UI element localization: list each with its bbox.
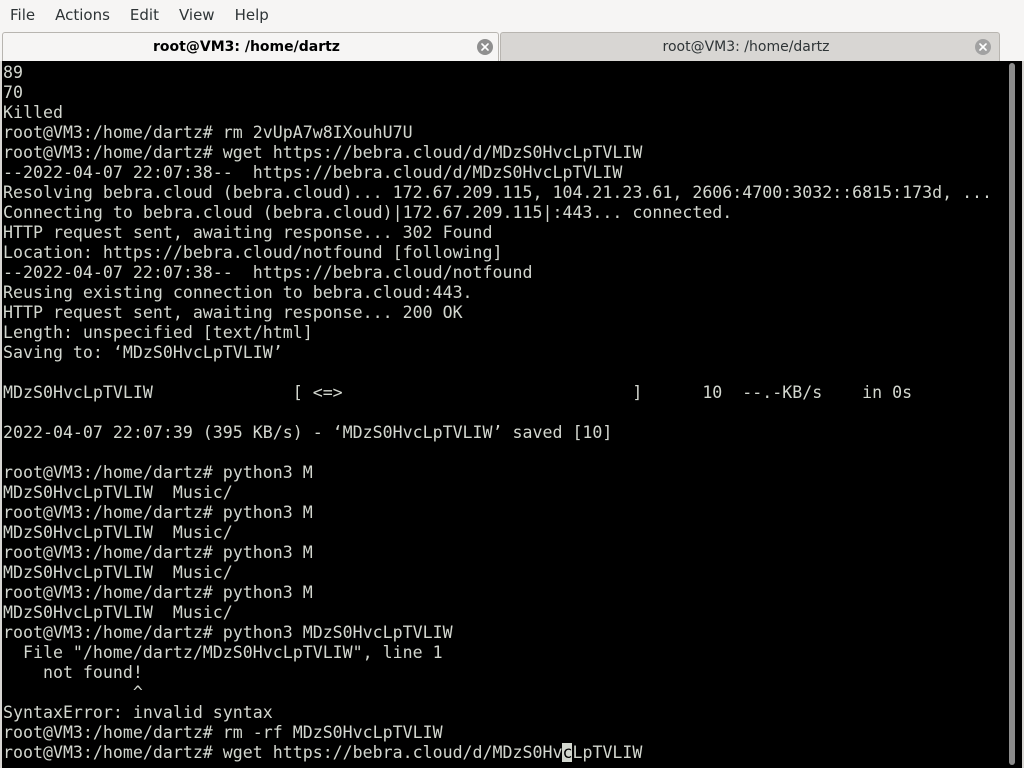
terminal-line: MDzS0HvcLpTVLIW [ <=> ] 10 --.-KB/s in 0… [3,383,913,402]
terminal-current-line: root@VM3:/home/dartz# wget https://bebra… [3,743,995,763]
terminal-line: Reusing existing connection to bebra.clo… [3,283,473,302]
terminal-line: root@VM3:/home/dartz# wget https://bebra… [3,143,643,162]
terminal-line: HTTP request sent, awaiting response... … [3,303,463,322]
menu-help[interactable]: Help [225,0,279,30]
terminal-line: root@VM3:/home/dartz# rm -rf MDzS0HvcLpT… [3,723,443,742]
terminal-line: SyntaxError: invalid syntax [3,703,273,722]
terminal-line: root@VM3:/home/dartz# python3 M [3,463,313,482]
terminal-line: Connecting to bebra.cloud (bebra.cloud)|… [3,203,733,222]
scrollbar-thumb[interactable] [1009,63,1015,765]
terminal-line: not found! [3,663,143,682]
menu-edit[interactable]: Edit [120,0,169,30]
terminal-line: root@VM3:/home/dartz# python3 M [3,543,313,562]
terminal-output: 89 70 Killed root@VM3:/home/dartz# rm 2vUpA… [3,63,995,763]
terminal-line: 89 [3,63,23,82]
terminal-prompt-text: root@VM3:/home/dartz# wget https://bebra… [3,743,563,762]
terminal-line: Length: unspecified [text/html] [3,323,313,342]
terminal-line: root@VM3:/home/dartz# python3 M [3,583,313,602]
tab-label: root@VM3: /home/dartz [153,39,340,55]
terminal-line: File "/home/dartz/MDzS0HvcLpTVLIW", line… [3,643,443,662]
terminal-line: MDzS0HvcLpTVLIW Music/ [3,563,233,582]
terminal-line: --2022-04-07 22:07:38-- https://bebra.cl… [3,263,533,282]
terminal-line: --2022-04-07 22:07:38-- https://bebra.cl… [3,163,623,182]
terminal-line: root@VM3:/home/dartz# python3 MDzS0HvcLp… [3,623,453,642]
terminal-line: Saving to: ‘MDzS0HvcLpTVLIW’ [3,343,283,362]
tab-bar: root@VM3: /home/dartz root@VM3: /home/da… [0,30,1024,61]
terminal-line: Killed [3,103,63,122]
terminal-line: MDzS0HvcLpTVLIW Music/ [3,523,233,542]
menu-bar: File Actions Edit View Help [0,0,1024,30]
terminal-line: MDzS0HvcLpTVLIW Music/ [3,483,233,502]
terminal-line: ^ [3,683,143,702]
menu-actions[interactable]: Actions [45,0,120,30]
terminal-scrollbar[interactable] [998,63,1022,765]
terminal-line: 70 [3,83,23,102]
terminal-line: Resolving bebra.cloud (bebra.cloud)... 1… [3,183,993,202]
tab-terminal-1[interactable]: root@VM3: /home/dartz [2,32,499,61]
terminal-line: 2022-04-07 22:07:39 (395 KB/s) - ‘MDzS0H… [3,423,613,442]
tab-terminal-2[interactable]: root@VM3: /home/dartz [500,32,1000,61]
menu-view[interactable]: View [169,0,225,30]
terminal-after-cursor-text: LpTVLIW [572,743,643,762]
close-icon[interactable] [477,39,493,55]
terminal-line: MDzS0HvcLpTVLIW Music/ [3,603,233,622]
tab-label: root@VM3: /home/dartz [662,39,830,55]
terminal-line: root@VM3:/home/dartz# rm 2vUpA7w8IXouhU7… [3,123,413,142]
close-icon[interactable] [975,39,991,55]
terminal-line: root@VM3:/home/dartz# python3 M [3,503,313,522]
terminal-cursor: c [562,743,573,762]
terminal-line: Location: https://bebra.cloud/notfound [… [3,243,503,262]
terminal-line: HTTP request sent, awaiting response... … [3,223,493,242]
menu-file[interactable]: File [0,0,45,30]
terminal-view[interactable]: 89 70 Killed root@VM3:/home/dartz# rm 2vUpA… [0,61,1024,768]
